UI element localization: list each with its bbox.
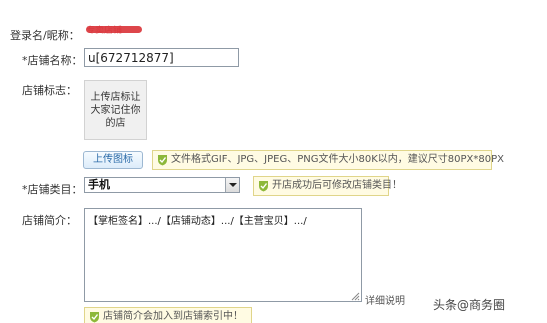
shop-category-select[interactable]: 手机: [84, 177, 240, 193]
watermark: 头条@商务圈: [430, 296, 509, 313]
shop-category-selected: 手机: [88, 178, 110, 191]
logo-format-tip-text: 文件格式GIF、JPG、JPEG、PNG文件大小80K以内，建议尺寸80PX*8…: [171, 154, 504, 165]
login-name-value-redacted: 专卖店铺: [86, 26, 142, 36]
logo-format-tip: 文件格式GIF、JPG、JPEG、PNG文件大小80K以内，建议尺寸80PX*8…: [152, 150, 504, 170]
check-shield-icon: [158, 155, 167, 166]
shop-intro-textarea[interactable]: 【掌柜签名】.../【店铺动态】.../【主营宝贝】.../: [84, 208, 362, 302]
shop-intro-label: 店铺简介：: [22, 214, 77, 227]
chevron-down-icon[interactable]: [225, 178, 239, 192]
intro-search-tip: 店铺简介会加入到店铺索引中！: [84, 307, 252, 323]
category-tip-text: 开店成功后可修改店铺类目！: [272, 180, 402, 191]
shop-category-label: *店铺类目：: [22, 183, 83, 196]
shop-logo-placeholder-text: 上传店标让大家记住你的店: [90, 91, 141, 129]
check-shield-icon: [259, 181, 268, 192]
shop-logo-label: 店铺标志：: [22, 84, 77, 97]
detail-description-link[interactable]: 详细说明: [365, 292, 405, 307]
resize-grip-icon[interactable]: [350, 291, 360, 301]
redaction-scribble: [86, 26, 142, 33]
check-shield-icon: [90, 312, 99, 323]
category-tip: 开店成功后可修改店铺类目！: [253, 176, 402, 196]
shop-name-input[interactable]: [84, 48, 239, 67]
shop-name-label: *店铺名称：: [22, 54, 83, 67]
intro-search-tip-text: 店铺简介会加入到店铺索引中！: [103, 311, 243, 322]
shop-logo-placeholder[interactable]: 上传店标让大家记住你的店: [84, 80, 147, 140]
upload-logo-button[interactable]: 上传图标: [83, 151, 143, 169]
login-name-label: 登录名/昵称：: [10, 29, 80, 42]
